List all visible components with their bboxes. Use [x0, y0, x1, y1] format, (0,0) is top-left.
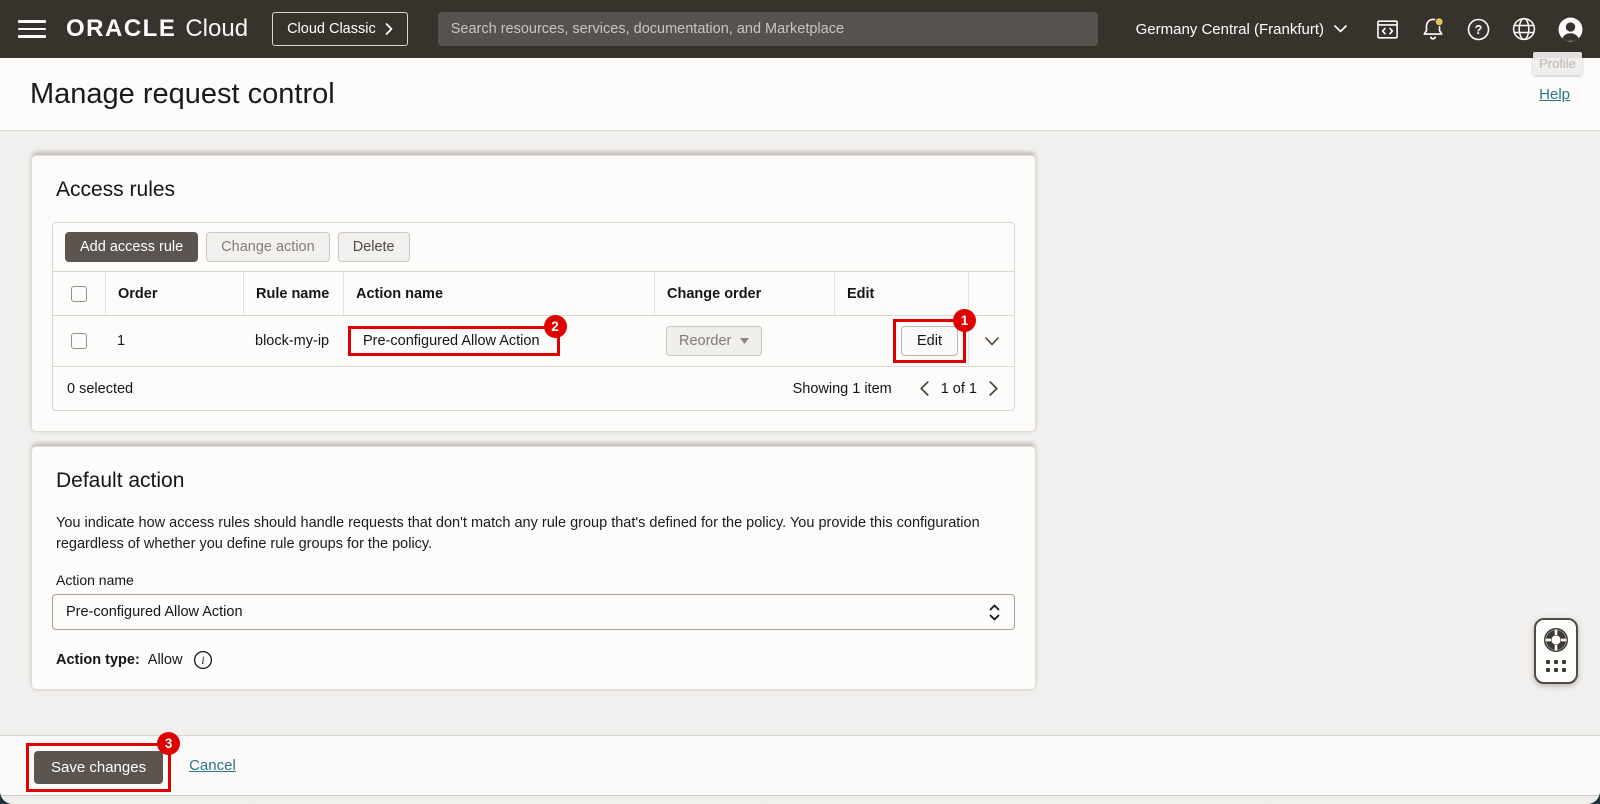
column-header-edit: Edit	[834, 272, 968, 315]
annotation-badge-3: 3	[157, 732, 180, 755]
brand-cloud: Cloud	[185, 15, 248, 43]
main-content: Access rules Add access rule Change acti…	[0, 155, 1600, 736]
access-rules-title: Access rules	[56, 156, 1015, 202]
showing-items-label: Showing 1 item	[793, 381, 892, 397]
top-navigation-bar: ORACLE Cloud Cloud Classic Germany Centr…	[0, 0, 1600, 58]
annotation-badge-1: 1	[953, 309, 976, 332]
selected-count: 0 selected	[67, 381, 133, 397]
reorder-dropdown[interactable]: Reorder	[666, 326, 762, 356]
row-expand-button[interactable]	[985, 337, 999, 346]
default-action-description: You indicate how access rules should han…	[56, 513, 1004, 555]
cloud-shell-button[interactable]	[1375, 17, 1400, 42]
table-row: 1 block-my-ip Pre-configured Allow Actio…	[53, 316, 1014, 367]
pagination-next-button[interactable]	[987, 379, 1000, 398]
table-header-row: Order Rule name Action name Change order…	[53, 272, 1014, 316]
select-all-checkbox[interactable]	[71, 286, 87, 302]
annotation-box-action-name: Pre-configured Allow Action 2	[348, 326, 560, 356]
action-name-selected-value: Pre-configured Allow Action	[66, 604, 243, 620]
column-header-expander	[968, 272, 1014, 315]
question-icon: ?	[1466, 17, 1491, 42]
svg-text:i: i	[202, 655, 205, 667]
topbar-right-cluster: Germany Central (Frankfurt)	[1136, 16, 1584, 43]
profile-tooltip: Profile	[1533, 52, 1582, 75]
access-rules-panel: Access rules Add access rule Change acti…	[31, 155, 1036, 432]
oracle-cloud-logo: ORACLE Cloud	[66, 15, 248, 43]
table-toolbar: Add access rule Change action Delete	[53, 223, 1014, 272]
page-header: Manage request control Help	[0, 58, 1600, 131]
save-section: Save changes 3 Cancel	[0, 736, 1600, 795]
code-console-icon	[1375, 17, 1400, 42]
region-label: Germany Central (Frankfurt)	[1136, 21, 1324, 38]
reorder-label: Reorder	[679, 333, 731, 349]
region-selector[interactable]: Germany Central (Frankfurt)	[1136, 21, 1347, 38]
row-rule-name-value: block-my-ip	[243, 316, 343, 366]
save-changes-button[interactable]: Save changes	[34, 751, 163, 784]
brand-oracle: ORACLE	[66, 15, 176, 43]
app-window: ORACLE Cloud Cloud Classic Germany Centr…	[0, 0, 1600, 804]
help-link[interactable]: Help	[1539, 86, 1570, 103]
chevron-down-icon	[1334, 25, 1347, 33]
edit-button[interactable]: Edit	[901, 326, 958, 356]
search-input[interactable]	[438, 12, 1098, 46]
bell-icon	[1420, 16, 1446, 42]
column-header-action-name: Action name	[343, 272, 654, 315]
app-launcher-button[interactable]	[1546, 654, 1566, 672]
chevron-left-icon	[920, 381, 929, 396]
chevron-right-icon	[385, 23, 393, 35]
support-button[interactable]	[1542, 626, 1570, 654]
globe-icon	[1511, 16, 1537, 42]
action-type-row: Action type: Allow i	[56, 650, 1015, 670]
pagination-label: 1 of 1	[941, 381, 977, 397]
page-footer: Terms of Use and Privacy Cookie Preferen…	[0, 795, 1600, 804]
cloud-classic-button[interactable]: Cloud Classic	[272, 12, 408, 46]
grid-dots-icon	[1546, 660, 1566, 672]
default-action-title: Default action	[56, 447, 1015, 493]
notifications-button[interactable]	[1420, 16, 1446, 42]
caret-down-icon	[740, 338, 749, 344]
annotation-box-edit: Edit 1	[893, 319, 966, 363]
access-rules-table: Add access rule Change action Delete Ord…	[52, 222, 1015, 411]
life-ring-icon	[1542, 626, 1570, 654]
cancel-link[interactable]: Cancel	[189, 757, 236, 774]
notification-dot	[1435, 18, 1443, 26]
default-action-panel: Default action You indicate how access r…	[31, 446, 1036, 690]
svg-text:?: ?	[1475, 22, 1483, 36]
pagination-prev-button[interactable]	[918, 379, 931, 398]
help-menu-button[interactable]: ?	[1466, 17, 1491, 42]
info-icon: i	[193, 650, 213, 670]
add-access-rule-button[interactable]: Add access rule	[65, 232, 198, 262]
select-chevrons-icon	[988, 603, 1001, 622]
column-header-order: Order	[105, 272, 243, 315]
column-header-rule-name: Rule name	[243, 272, 343, 315]
floating-help-widget	[1534, 618, 1578, 684]
chevron-right-icon	[989, 381, 998, 396]
action-type-value: Allow	[148, 652, 183, 668]
annotation-badge-2: 2	[544, 315, 567, 338]
table-footer: 0 selected Showing 1 item 1 of 1	[53, 367, 1014, 410]
column-header-change-order: Change order	[654, 272, 834, 315]
action-type-info-button[interactable]: i	[193, 650, 213, 670]
action-name-select[interactable]: Pre-configured Allow Action	[52, 594, 1015, 630]
hamburger-menu-icon[interactable]	[18, 20, 46, 38]
row-action-name-value: Pre-configured Allow Action	[363, 333, 540, 349]
avatar-icon	[1557, 16, 1584, 43]
annotation-box-save: Save changes 3	[26, 743, 171, 792]
action-type-label: Action type:	[56, 652, 140, 668]
action-name-label: Action name	[56, 572, 1015, 588]
profile-button[interactable]	[1557, 16, 1584, 43]
language-button[interactable]	[1511, 16, 1537, 42]
row-checkbox[interactable]	[71, 333, 87, 349]
change-action-button[interactable]: Change action	[206, 232, 330, 262]
chevron-down-icon	[985, 337, 999, 346]
cloud-classic-label: Cloud Classic	[287, 21, 376, 37]
page-title: Manage request control	[30, 78, 335, 111]
delete-button[interactable]: Delete	[338, 232, 410, 262]
row-order-value: 1	[105, 316, 243, 366]
